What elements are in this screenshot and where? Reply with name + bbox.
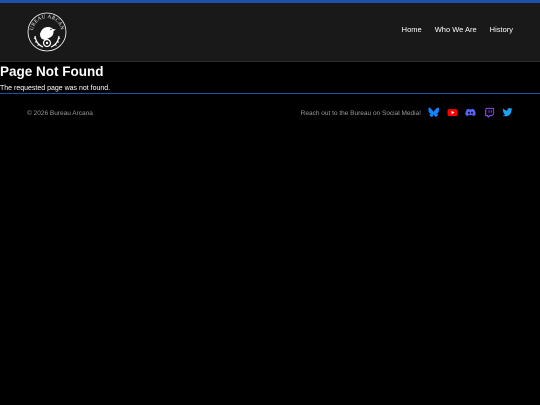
twitch-icon[interactable] (484, 107, 495, 118)
bureau-arcana-logo[interactable]: BUREAU ARCANA (27, 12, 67, 52)
page-title: Page Not Found (0, 64, 104, 79)
social-prompt: Reach out to the Bureau on Social Media! (300, 110, 421, 117)
twitter-icon[interactable] (502, 107, 513, 118)
social-links (421, 107, 514, 118)
site-footer: © 2026 Bureau Arcana Reach out to the Bu… (0, 94, 540, 132)
site-header: BUREAU ARCANA Home Who We Are History (0, 3, 540, 62)
nav-history-link[interactable]: History (490, 25, 513, 35)
copyright-text: © 2026 Bureau Arcana (27, 110, 93, 117)
discord-icon[interactable] (465, 107, 476, 118)
bluesky-icon[interactable] (428, 107, 439, 118)
nav-who-we-are-link[interactable]: Who We Are (435, 25, 477, 35)
nav-home-link[interactable]: Home (402, 25, 422, 35)
not-found-message: The requested page was not found. (0, 85, 111, 92)
raven-seal-icon: BUREAU ARCANA (27, 12, 67, 52)
youtube-icon[interactable] (446, 107, 458, 118)
main-nav: Home Who We Are History (389, 25, 513, 35)
